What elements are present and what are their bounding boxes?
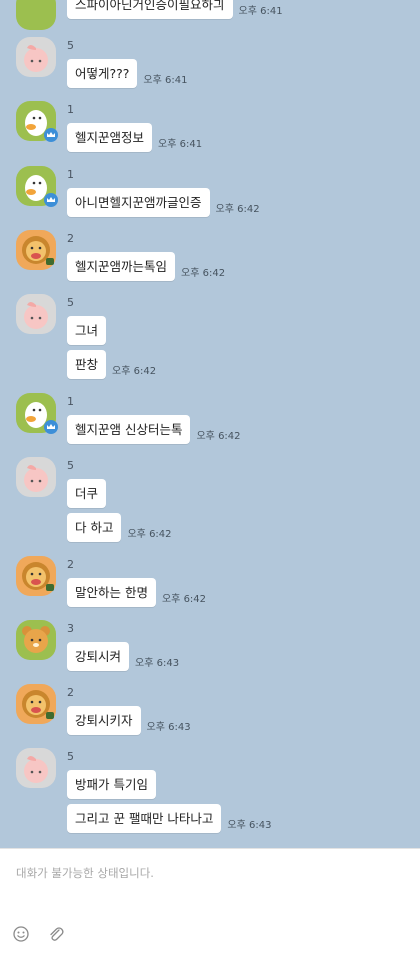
message-bubble[interactable]: 말안하는 한명	[67, 578, 156, 607]
lion-avatar-icon	[22, 690, 54, 719]
sender-name: 2	[67, 232, 74, 245]
message-time: 오후 6:42	[127, 529, 172, 540]
message-time: 오후 6:42	[215, 204, 260, 215]
avatar[interactable]	[16, 101, 58, 142]
chat-area[interactable]: 스파이아닌거인증이필요하긔 오후 6:41 5 어떻게??? 오후 6:41 1…	[0, 0, 420, 848]
message-time: 오후 6:42	[196, 431, 241, 442]
sender-name: 5	[67, 39, 74, 52]
avatar[interactable]	[16, 556, 56, 596]
message-time: 오후 6:43	[146, 722, 191, 733]
peach-avatar-icon	[24, 756, 48, 783]
avatar[interactable]	[16, 457, 56, 497]
message-bubble[interactable]: 판창	[67, 350, 107, 379]
message-bubble[interactable]: 그녀	[67, 316, 107, 345]
sender-name: 3	[67, 622, 74, 635]
lion-avatar-icon	[22, 236, 54, 265]
message-time: 오후 6:43	[227, 820, 272, 831]
message-composer: 대화가 불가능한 상태입니다.	[0, 848, 420, 955]
message-time: 오후 6:42	[161, 594, 207, 605]
sender-name: 2	[67, 558, 74, 571]
sender-name: 5	[67, 296, 74, 309]
sender-name: 1	[67, 168, 74, 181]
message-time: 오후 6:43	[135, 658, 180, 669]
composer-disabled-text: 대화가 불가능한 상태입니다.	[16, 866, 154, 880]
peach-avatar-icon	[24, 302, 48, 329]
crown-duck-avatar-icon	[25, 175, 58, 207]
message-bubble[interactable]: 헬지꾼앰 신상터는톡	[67, 415, 191, 444]
sender-name: 5	[67, 459, 74, 472]
message-bubble[interactable]: 강퇴시켜	[67, 642, 130, 671]
avatar[interactable]	[16, 620, 56, 660]
message-time: 오후 6:41	[238, 6, 283, 17]
sender-name: 5	[67, 750, 74, 763]
avatar[interactable]	[16, 294, 56, 334]
sender-name: 2	[67, 686, 74, 699]
message-bubble[interactable]: 다 하고	[67, 513, 122, 542]
message-bubble[interactable]: 스파이아닌거인증이필요하긔	[67, 0, 233, 19]
avatar[interactable]	[16, 393, 58, 434]
message-bubble[interactable]: 어떻게???	[67, 59, 138, 88]
message-time: 오후 6:42	[181, 268, 226, 279]
message-bubble[interactable]: 더쿠	[67, 479, 107, 508]
avatar[interactable]	[16, 230, 56, 270]
message-time: 오후 6:42	[112, 366, 157, 377]
message-time: 오후 6:41	[143, 75, 188, 86]
message-time: 오후 6:41	[158, 139, 203, 150]
crown-duck-avatar-icon	[25, 110, 58, 142]
message-bubble[interactable]: 그리고 꾼 팰때만 나타나고	[67, 804, 222, 833]
lion-avatar-icon	[22, 562, 54, 591]
avatar[interactable]	[16, 37, 56, 77]
message-bubble[interactable]: 강퇴시키자	[67, 706, 141, 735]
sender-name: 1	[67, 103, 74, 116]
message-bubble[interactable]: 방패가 특기임	[67, 770, 156, 799]
peach-avatar-icon	[24, 45, 48, 72]
crown-duck-avatar-icon	[25, 402, 58, 434]
paperclip-icon[interactable]	[47, 925, 65, 943]
avatar[interactable]	[16, 0, 56, 30]
message-bubble[interactable]: 헬지꾼앰까는톡임	[67, 252, 176, 281]
message-bubble[interactable]: 아니면헬지꾼앰까글인증	[67, 188, 210, 217]
smiley-icon[interactable]	[12, 925, 30, 943]
message-bubble[interactable]: 헬지꾼앰정보	[67, 123, 153, 152]
ryan-avatar-icon	[22, 626, 50, 653]
sender-name: 1	[67, 395, 74, 408]
peach-avatar-icon	[24, 465, 48, 492]
avatar[interactable]	[16, 166, 58, 207]
avatar[interactable]	[16, 684, 56, 724]
avatar[interactable]	[16, 748, 56, 788]
